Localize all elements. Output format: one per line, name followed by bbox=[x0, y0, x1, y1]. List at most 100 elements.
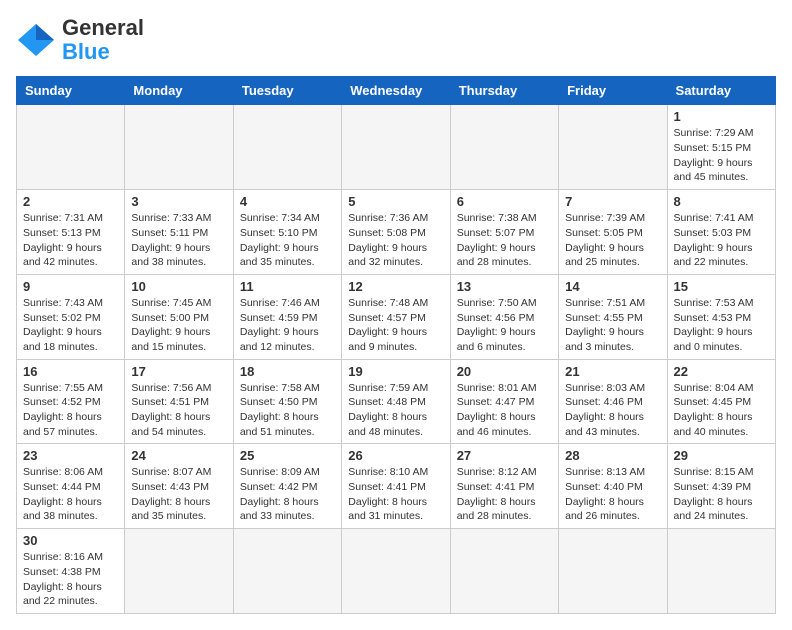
calendar-cell: 18 Sunrise: 7:58 AM Sunset: 4:50 PM Dayli… bbox=[233, 359, 341, 444]
day-number: 5 bbox=[348, 194, 443, 209]
day-info: Sunrise: 7:53 AM Sunset: 4:53 PM Dayligh… bbox=[674, 296, 769, 355]
calendar-cell: 29 Sunrise: 8:15 AM Sunset: 4:39 PM Dayli… bbox=[667, 444, 775, 529]
calendar-cell: 10 Sunrise: 7:45 AM Sunset: 5:00 PM Dayli… bbox=[125, 274, 233, 359]
calendar-cell: 27Sunrise: 8:12 AM Sunset: 4:41 PM Dayli… bbox=[450, 444, 558, 529]
day-info: Sunrise: 8:03 AM Sunset: 4:46 PM Dayligh… bbox=[565, 381, 660, 440]
calendar-cell bbox=[233, 529, 341, 614]
calendar-cell bbox=[125, 105, 233, 190]
day-number: 2 bbox=[23, 194, 118, 209]
day-info: Sunrise: 7:41 AM Sunset: 5:03 PM Dayligh… bbox=[674, 211, 769, 270]
calendar-cell: 17Sunrise: 7:56 AM Sunset: 4:51 PM Dayli… bbox=[125, 359, 233, 444]
day-info: Sunrise: 8:12 AM Sunset: 4:41 PM Dayligh… bbox=[457, 465, 552, 524]
day-number: 16 bbox=[23, 364, 118, 379]
day-number: 30 bbox=[23, 533, 118, 548]
calendar-cell bbox=[17, 105, 125, 190]
day-info: Sunrise: 7:46 AM Sunset: 4:59 PM Dayligh… bbox=[240, 296, 335, 355]
calendar-cell: 16 Sunrise: 7:55 AM Sunset: 4:52 PM Dayli… bbox=[17, 359, 125, 444]
day-info: Sunrise: 8:15 AM Sunset: 4:39 PM Dayligh… bbox=[674, 465, 769, 524]
day-number: 1 bbox=[674, 109, 769, 124]
calendar-cell: 28 Sunrise: 8:13 AM Sunset: 4:40 PM Dayli… bbox=[559, 444, 667, 529]
calendar-cell: 24 Sunrise: 8:07 AM Sunset: 4:43 PM Dayli… bbox=[125, 444, 233, 529]
calendar-cell: 14 Sunrise: 7:51 AM Sunset: 4:55 PM Dayli… bbox=[559, 274, 667, 359]
calendar-cell: 3Sunrise: 7:33 AM Sunset: 5:11 PM Daylig… bbox=[125, 190, 233, 275]
day-info: Sunrise: 7:45 AM Sunset: 5:00 PM Dayligh… bbox=[131, 296, 226, 355]
calendar-week-2: 9 Sunrise: 7:43 AM Sunset: 5:02 PM Daylig… bbox=[17, 274, 776, 359]
day-info: Sunrise: 7:39 AM Sunset: 5:05 PM Dayligh… bbox=[565, 211, 660, 270]
calendar-cell: 20 Sunrise: 8:01 AM Sunset: 4:47 PM Dayli… bbox=[450, 359, 558, 444]
day-info: Sunrise: 8:06 AM Sunset: 4:44 PM Dayligh… bbox=[23, 465, 118, 524]
logo-icon bbox=[16, 22, 56, 58]
page-header: GeneralBlue bbox=[16, 16, 776, 64]
calendar-cell: 12Sunrise: 7:48 AM Sunset: 4:57 PM Dayli… bbox=[342, 274, 450, 359]
day-info: Sunrise: 7:43 AM Sunset: 5:02 PM Dayligh… bbox=[23, 296, 118, 355]
calendar-cell bbox=[559, 529, 667, 614]
day-info: Sunrise: 7:55 AM Sunset: 4:52 PM Dayligh… bbox=[23, 381, 118, 440]
day-number: 11 bbox=[240, 279, 335, 294]
day-number: 13 bbox=[457, 279, 552, 294]
calendar-cell: 25Sunrise: 8:09 AM Sunset: 4:42 PM Dayli… bbox=[233, 444, 341, 529]
calendar-cell: 26Sunrise: 8:10 AM Sunset: 4:41 PM Dayli… bbox=[342, 444, 450, 529]
weekday-header-friday: Friday bbox=[559, 77, 667, 105]
day-info: Sunrise: 7:58 AM Sunset: 4:50 PM Dayligh… bbox=[240, 381, 335, 440]
day-info: Sunrise: 7:36 AM Sunset: 5:08 PM Dayligh… bbox=[348, 211, 443, 270]
calendar-cell bbox=[450, 105, 558, 190]
weekday-header-wednesday: Wednesday bbox=[342, 77, 450, 105]
day-number: 15 bbox=[674, 279, 769, 294]
day-number: 7 bbox=[565, 194, 660, 209]
day-number: 22 bbox=[674, 364, 769, 379]
calendar-cell: 21 Sunrise: 8:03 AM Sunset: 4:46 PM Dayli… bbox=[559, 359, 667, 444]
day-number: 20 bbox=[457, 364, 552, 379]
day-number: 10 bbox=[131, 279, 226, 294]
calendar-cell bbox=[667, 529, 775, 614]
calendar-cell: 2 Sunrise: 7:31 AM Sunset: 5:13 PM Daylig… bbox=[17, 190, 125, 275]
calendar-cell: 6Sunrise: 7:38 AM Sunset: 5:07 PM Daylig… bbox=[450, 190, 558, 275]
calendar-cell: 4Sunrise: 7:34 AM Sunset: 5:10 PM Daylig… bbox=[233, 190, 341, 275]
day-info: Sunrise: 7:38 AM Sunset: 5:07 PM Dayligh… bbox=[457, 211, 552, 270]
day-info: Sunrise: 8:13 AM Sunset: 4:40 PM Dayligh… bbox=[565, 465, 660, 524]
calendar-cell: 11 Sunrise: 7:46 AM Sunset: 4:59 PM Dayli… bbox=[233, 274, 341, 359]
day-number: 26 bbox=[348, 448, 443, 463]
weekday-header-tuesday: Tuesday bbox=[233, 77, 341, 105]
day-number: 8 bbox=[674, 194, 769, 209]
day-info: Sunrise: 8:07 AM Sunset: 4:43 PM Dayligh… bbox=[131, 465, 226, 524]
calendar-week-3: 16 Sunrise: 7:55 AM Sunset: 4:52 PM Dayli… bbox=[17, 359, 776, 444]
calendar-cell: 7 Sunrise: 7:39 AM Sunset: 5:05 PM Daylig… bbox=[559, 190, 667, 275]
day-info: Sunrise: 7:31 AM Sunset: 5:13 PM Dayligh… bbox=[23, 211, 118, 270]
calendar-cell: 15 Sunrise: 7:53 AM Sunset: 4:53 PM Dayli… bbox=[667, 274, 775, 359]
day-number: 9 bbox=[23, 279, 118, 294]
day-info: Sunrise: 7:33 AM Sunset: 5:11 PM Dayligh… bbox=[131, 211, 226, 270]
calendar-cell: 22Sunrise: 8:04 AM Sunset: 4:45 PM Dayli… bbox=[667, 359, 775, 444]
calendar-cell: 9 Sunrise: 7:43 AM Sunset: 5:02 PM Daylig… bbox=[17, 274, 125, 359]
calendar-cell bbox=[125, 529, 233, 614]
calendar-week-1: 2 Sunrise: 7:31 AM Sunset: 5:13 PM Daylig… bbox=[17, 190, 776, 275]
day-number: 18 bbox=[240, 364, 335, 379]
calendar-cell bbox=[342, 105, 450, 190]
weekday-header-sunday: Sunday bbox=[17, 77, 125, 105]
calendar-cell: 19Sunrise: 7:59 AM Sunset: 4:48 PM Dayli… bbox=[342, 359, 450, 444]
day-number: 14 bbox=[565, 279, 660, 294]
day-info: Sunrise: 8:01 AM Sunset: 4:47 PM Dayligh… bbox=[457, 381, 552, 440]
weekday-header-row: SundayMondayTuesdayWednesdayThursdayFrid… bbox=[17, 77, 776, 105]
calendar-week-5: 30 Sunrise: 8:16 AM Sunset: 4:38 PM Dayli… bbox=[17, 529, 776, 614]
calendar-cell: 30 Sunrise: 8:16 AM Sunset: 4:38 PM Dayli… bbox=[17, 529, 125, 614]
day-number: 4 bbox=[240, 194, 335, 209]
day-number: 29 bbox=[674, 448, 769, 463]
day-number: 23 bbox=[23, 448, 118, 463]
calendar-week-0: 1Sunrise: 7:29 AM Sunset: 5:15 PM Daylig… bbox=[17, 105, 776, 190]
day-number: 28 bbox=[565, 448, 660, 463]
day-number: 12 bbox=[348, 279, 443, 294]
calendar-cell: 13Sunrise: 7:50 AM Sunset: 4:56 PM Dayli… bbox=[450, 274, 558, 359]
logo: GeneralBlue bbox=[16, 16, 144, 64]
weekday-header-monday: Monday bbox=[125, 77, 233, 105]
day-number: 24 bbox=[131, 448, 226, 463]
calendar-cell: 5 Sunrise: 7:36 AM Sunset: 5:08 PM Daylig… bbox=[342, 190, 450, 275]
calendar-week-4: 23 Sunrise: 8:06 AM Sunset: 4:44 PM Dayli… bbox=[17, 444, 776, 529]
calendar-cell: 1Sunrise: 7:29 AM Sunset: 5:15 PM Daylig… bbox=[667, 105, 775, 190]
calendar-table: SundayMondayTuesdayWednesdayThursdayFrid… bbox=[16, 76, 776, 614]
calendar-cell bbox=[559, 105, 667, 190]
day-number: 21 bbox=[565, 364, 660, 379]
day-info: Sunrise: 8:16 AM Sunset: 4:38 PM Dayligh… bbox=[23, 550, 118, 609]
weekday-header-saturday: Saturday bbox=[667, 77, 775, 105]
day-info: Sunrise: 7:51 AM Sunset: 4:55 PM Dayligh… bbox=[565, 296, 660, 355]
calendar-cell: 8 Sunrise: 7:41 AM Sunset: 5:03 PM Daylig… bbox=[667, 190, 775, 275]
